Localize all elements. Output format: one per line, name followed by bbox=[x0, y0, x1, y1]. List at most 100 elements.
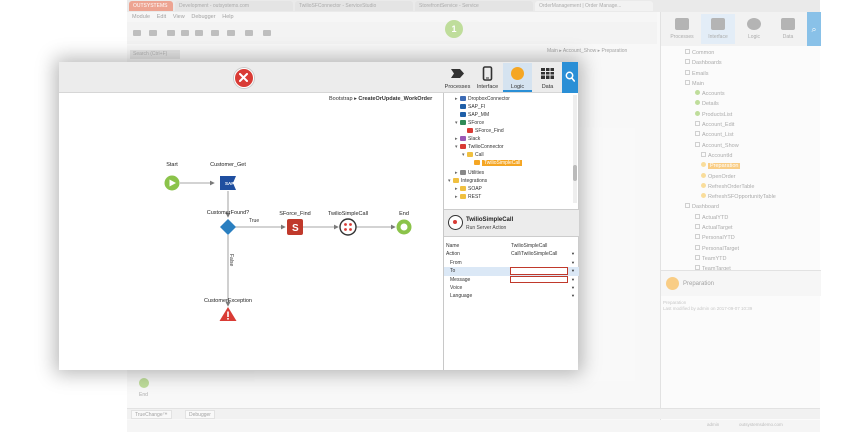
publish-button[interactable]: 1 bbox=[445, 20, 463, 38]
chevron-down-icon[interactable]: ▼ bbox=[571, 250, 575, 258]
tree-item[interactable]: ▾ TwilioConnector bbox=[455, 143, 504, 151]
tree-item[interactable]: Account_Show bbox=[675, 141, 815, 151]
menu-view[interactable]: View bbox=[173, 12, 185, 22]
tree-item[interactable]: ▸ REST bbox=[455, 193, 481, 201]
tab-logic[interactable]: Logic bbox=[737, 14, 771, 44]
property-row-from[interactable]: From ▼ bbox=[444, 259, 579, 267]
property-row-to[interactable]: To ▼ bbox=[444, 267, 579, 276]
tree-scrollbar[interactable] bbox=[573, 95, 577, 203]
tab-data[interactable]: Data bbox=[533, 63, 562, 92]
tree-item[interactable]: Accounts bbox=[675, 89, 815, 99]
truechange-tab[interactable]: TrueChange™ bbox=[131, 410, 172, 419]
close-button[interactable] bbox=[234, 68, 254, 88]
tab-logic[interactable]: Logic bbox=[503, 63, 532, 92]
tree-item[interactable]: ▾ Call bbox=[462, 151, 484, 159]
tree-item[interactable]: PersonalTarget bbox=[675, 244, 815, 254]
tree-item[interactable]: Preparation bbox=[675, 161, 815, 171]
tab-processes[interactable]: Processes bbox=[443, 63, 472, 92]
tree-item[interactable]: Dashboards bbox=[675, 58, 815, 68]
menu-module[interactable]: Module bbox=[132, 12, 150, 22]
search-button[interactable] bbox=[562, 62, 578, 93]
property-row-language[interactable]: Language ▼ bbox=[444, 292, 579, 300]
start-node[interactable] bbox=[164, 175, 180, 191]
debug-icon[interactable] bbox=[167, 30, 175, 36]
tree-item[interactable]: ActualYTD bbox=[675, 213, 815, 223]
tab-twilio-connector[interactable]: TwilioSFConnector - ServiceStudio bbox=[295, 1, 413, 11]
back-icon[interactable] bbox=[133, 30, 141, 36]
end-node[interactable] bbox=[396, 219, 412, 235]
folder-icon bbox=[695, 141, 700, 147]
tree-item[interactable]: TeamYTD bbox=[675, 254, 815, 264]
tree-item[interactable]: Details bbox=[675, 99, 815, 109]
scrollbar-thumb[interactable] bbox=[573, 165, 577, 181]
tree-item[interactable]: ▸ SOAP bbox=[455, 185, 482, 193]
redo-icon[interactable] bbox=[245, 30, 253, 36]
decision-node[interactable] bbox=[220, 219, 236, 235]
chevron-down-icon[interactable]: ▼ bbox=[571, 276, 575, 284]
chevron-down-icon[interactable]: ▼ bbox=[571, 292, 575, 300]
flow-canvas[interactable]: Bootstrap ▸ CreateOrUpdate_WorkOrder SAP… bbox=[59, 93, 443, 370]
tree-item[interactable]: ActualTarget bbox=[675, 223, 815, 233]
property-row-voice[interactable]: Voice ▼ bbox=[444, 284, 579, 292]
menu-help[interactable]: Help bbox=[222, 12, 233, 22]
tree-item[interactable]: ▸ DropboxConnector bbox=[455, 95, 510, 103]
property-value[interactable] bbox=[511, 284, 569, 292]
tree-item[interactable]: Common bbox=[675, 48, 815, 58]
tree-item[interactable]: Account_List bbox=[675, 130, 815, 140]
tree-item[interactable]: SAP_MM bbox=[455, 111, 489, 119]
settings-icon[interactable] bbox=[181, 30, 189, 36]
tab-data[interactable]: Data bbox=[771, 14, 805, 44]
property-value[interactable] bbox=[511, 267, 569, 275]
property-value[interactable]: TwilioSimpleCall bbox=[511, 242, 569, 250]
property-row-name[interactable]: Name TwilioSimpleCall bbox=[444, 242, 579, 250]
property-value[interactable] bbox=[511, 276, 569, 284]
tree-item[interactable]: ▾ SForce bbox=[455, 119, 484, 127]
forward-icon[interactable] bbox=[149, 30, 157, 36]
tree-item[interactable]: Emails bbox=[675, 69, 815, 79]
search-icon[interactable]: ⌕ bbox=[807, 12, 821, 46]
property-value[interactable]: Call\TwilioSimpleCall bbox=[511, 250, 569, 258]
menu-debugger[interactable]: Debugger bbox=[191, 12, 215, 22]
tree-item[interactable]: RefreshSFOpportunityTable bbox=[675, 192, 815, 202]
menu-edit[interactable]: Edit bbox=[157, 12, 166, 22]
comment-icon[interactable] bbox=[263, 30, 271, 36]
property-row-action[interactable]: Action Call\TwilioSimpleCall ▼ bbox=[444, 250, 579, 258]
tab-order-management[interactable]: OrderManagement | Order Manage... bbox=[535, 1, 653, 11]
tab-storefront[interactable]: StorefrontService - Service bbox=[415, 1, 533, 11]
undo-icon[interactable] bbox=[227, 30, 235, 36]
tree-item[interactable]: OpenOrder bbox=[675, 172, 815, 182]
tab-development[interactable]: Development - outsystems.com bbox=[175, 1, 293, 11]
chevron-down-icon[interactable]: ▼ bbox=[571, 267, 575, 275]
chevron-down-icon[interactable]: ▼ bbox=[571, 259, 575, 267]
chevron-down-icon[interactable]: ▼ bbox=[571, 284, 575, 292]
tree-item[interactable]: ProductsList bbox=[675, 110, 815, 120]
tree-item[interactable]: TwilioSimpleCall bbox=[469, 159, 523, 167]
tab-interface[interactable]: Interface bbox=[701, 14, 735, 44]
tab-processes[interactable]: Processes bbox=[665, 14, 699, 44]
tree-item[interactable]: ▸ Slack bbox=[455, 135, 480, 143]
tree-item[interactable]: ▾ Integrations bbox=[448, 177, 487, 185]
tree-item[interactable]: Dashboard bbox=[675, 202, 815, 212]
property-value[interactable] bbox=[511, 292, 569, 300]
sforce-find-icon[interactable]: S bbox=[287, 219, 303, 235]
cut-icon[interactable] bbox=[211, 30, 219, 36]
tab-interface[interactable]: Interface bbox=[473, 63, 502, 92]
twilio-call-icon[interactable] bbox=[339, 218, 357, 236]
tree-item[interactable]: Main bbox=[675, 79, 815, 89]
property-value[interactable] bbox=[511, 259, 569, 267]
property-row-message[interactable]: Message ▼ bbox=[444, 275, 579, 284]
tree-item[interactable]: ▸ Utilities bbox=[455, 169, 484, 177]
tree-item[interactable]: RefreshOrderTable bbox=[675, 182, 815, 192]
tree-item[interactable]: PersonalYTD bbox=[675, 233, 815, 243]
tree-item[interactable]: AccountId bbox=[675, 151, 815, 161]
debugger-tab[interactable]: Debugger bbox=[185, 410, 215, 419]
tree-item[interactable]: SAP_FI bbox=[455, 103, 485, 111]
sap-icon[interactable]: SAP bbox=[220, 176, 236, 190]
tree-item[interactable]: Account_Edit bbox=[675, 120, 815, 130]
compare-icon[interactable] bbox=[195, 30, 203, 36]
search-tab[interactable]: Search (Ctrl+F) bbox=[130, 50, 180, 59]
folder-icon bbox=[695, 213, 700, 219]
exception-warning-icon[interactable] bbox=[219, 307, 237, 321]
tree-item[interactable]: SForce_Find bbox=[462, 127, 504, 135]
tab-outsystems[interactable]: OUTSYSTEMS bbox=[129, 1, 173, 11]
